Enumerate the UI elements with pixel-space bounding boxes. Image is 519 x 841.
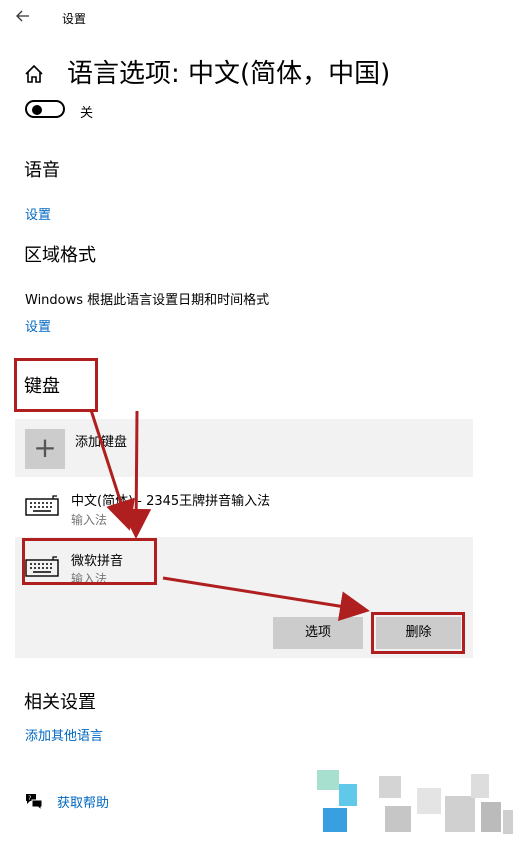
arrow-to-delete [162, 576, 370, 622]
watermark-image [305, 770, 519, 841]
annotation-arrows [89, 409, 370, 622]
arrow-to-ime-2 [121, 410, 152, 539]
arrow-to-ime [89, 409, 135, 531]
